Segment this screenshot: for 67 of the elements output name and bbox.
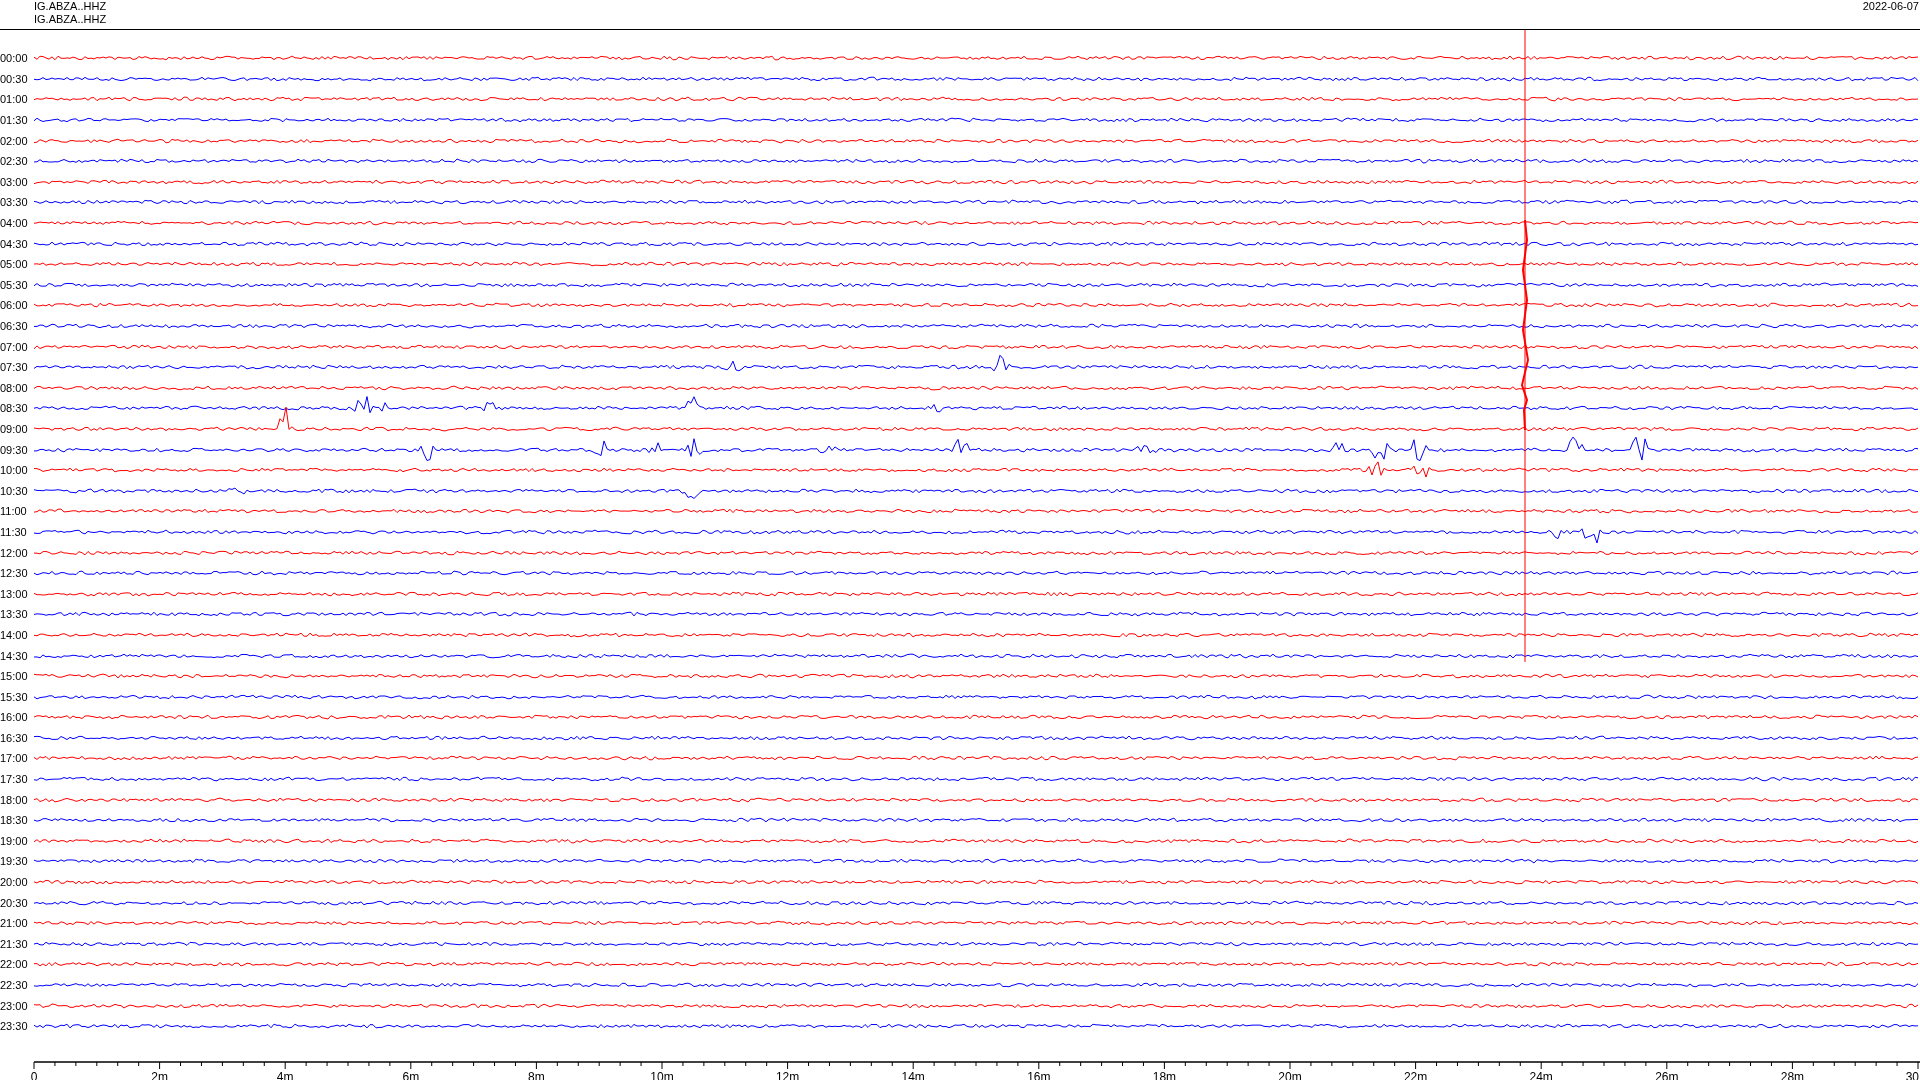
axis-tick-label: 12m bbox=[775, 1069, 800, 1080]
time-label: 04:00 bbox=[0, 217, 29, 230]
time-label: 15:30 bbox=[0, 690, 29, 703]
axis-tick-label: 30 bbox=[1905, 1069, 1919, 1080]
time-label: 20:30 bbox=[0, 896, 29, 909]
time-label: 16:30 bbox=[0, 731, 29, 744]
time-label: 19:00 bbox=[0, 834, 29, 847]
axis-tick-label: 4m bbox=[276, 1069, 294, 1080]
time-label: 09:30 bbox=[0, 443, 29, 456]
axis-tick-label: 18m bbox=[1152, 1069, 1177, 1080]
time-label: 03:30 bbox=[0, 196, 29, 209]
time-label: 08:30 bbox=[0, 402, 29, 415]
time-label: 14:00 bbox=[0, 628, 29, 641]
time-label: 07:00 bbox=[0, 340, 29, 353]
time-label: 00:00 bbox=[0, 52, 29, 65]
time-label: 02:00 bbox=[0, 134, 29, 147]
time-label: 10:30 bbox=[0, 484, 29, 497]
time-label: 18:00 bbox=[0, 793, 29, 806]
time-label: 12:00 bbox=[0, 546, 29, 559]
axis-tick-label: 16m bbox=[1027, 1069, 1051, 1080]
time-label: 06:30 bbox=[0, 320, 29, 332]
time-label: 05:00 bbox=[0, 258, 29, 271]
axis-tick-label: 22m bbox=[1403, 1069, 1428, 1080]
date-label: 2022-06-07 bbox=[1862, 0, 1920, 14]
station-label: IG.ABZA..HHZ bbox=[34, 0, 107, 13]
time-label: 05:30 bbox=[0, 278, 29, 291]
time-label: 10:00 bbox=[0, 464, 29, 477]
axis-tick-label: 20m bbox=[1278, 1069, 1302, 1080]
time-label: 11:30 bbox=[0, 525, 28, 538]
time-label: 11:00 bbox=[0, 505, 28, 518]
time-label: 19:30 bbox=[0, 855, 29, 868]
time-label: 01:30 bbox=[0, 114, 29, 127]
time-label: 21:00 bbox=[0, 917, 29, 930]
time-label: 09:00 bbox=[0, 423, 29, 435]
time-label: 06:00 bbox=[0, 299, 29, 312]
time-label: 17:30 bbox=[0, 773, 29, 786]
time-label: 23:30 bbox=[0, 1020, 29, 1033]
time-label: 12:30 bbox=[0, 567, 29, 580]
axis-tick-label: 14m bbox=[901, 1069, 925, 1080]
time-label: 18:30 bbox=[0, 814, 29, 827]
time-label: 21:30 bbox=[0, 937, 29, 950]
axis-tick-label: 8m bbox=[528, 1069, 545, 1080]
time-label: 04:30 bbox=[0, 237, 29, 250]
time-label: 22:00 bbox=[0, 958, 29, 971]
axis-tick-label: 24m bbox=[1529, 1069, 1553, 1080]
time-label: 01:00 bbox=[0, 93, 29, 106]
axis-tick-label: 26m bbox=[1655, 1069, 1679, 1080]
time-label: 08:00 bbox=[0, 381, 29, 394]
time-label: 14:30 bbox=[0, 649, 29, 662]
axis-tick-label: 0 bbox=[30, 1069, 38, 1080]
time-label: 02:30 bbox=[0, 155, 29, 168]
axis-tick-label: 28m bbox=[1780, 1069, 1805, 1080]
axis-tick-label: 10m bbox=[650, 1069, 674, 1080]
time-label: 15:00 bbox=[0, 670, 29, 683]
time-label: 22:30 bbox=[0, 979, 29, 991]
time-label: 16:00 bbox=[0, 711, 29, 724]
station-label: IG.ABZA..HHZ bbox=[34, 13, 107, 26]
axis-tick-label: 6m bbox=[402, 1069, 420, 1080]
time-label: 23:00 bbox=[0, 999, 29, 1012]
time-label: 20:00 bbox=[0, 876, 29, 889]
time-label: 13:00 bbox=[0, 587, 29, 600]
time-label: 07:30 bbox=[0, 361, 29, 374]
time-label: 03:00 bbox=[0, 175, 29, 188]
axis-tick-label: 2m bbox=[151, 1069, 168, 1080]
time-label: 17:00 bbox=[0, 752, 29, 765]
time-label: 13:30 bbox=[0, 608, 29, 621]
time-label: 00:30 bbox=[0, 72, 29, 85]
